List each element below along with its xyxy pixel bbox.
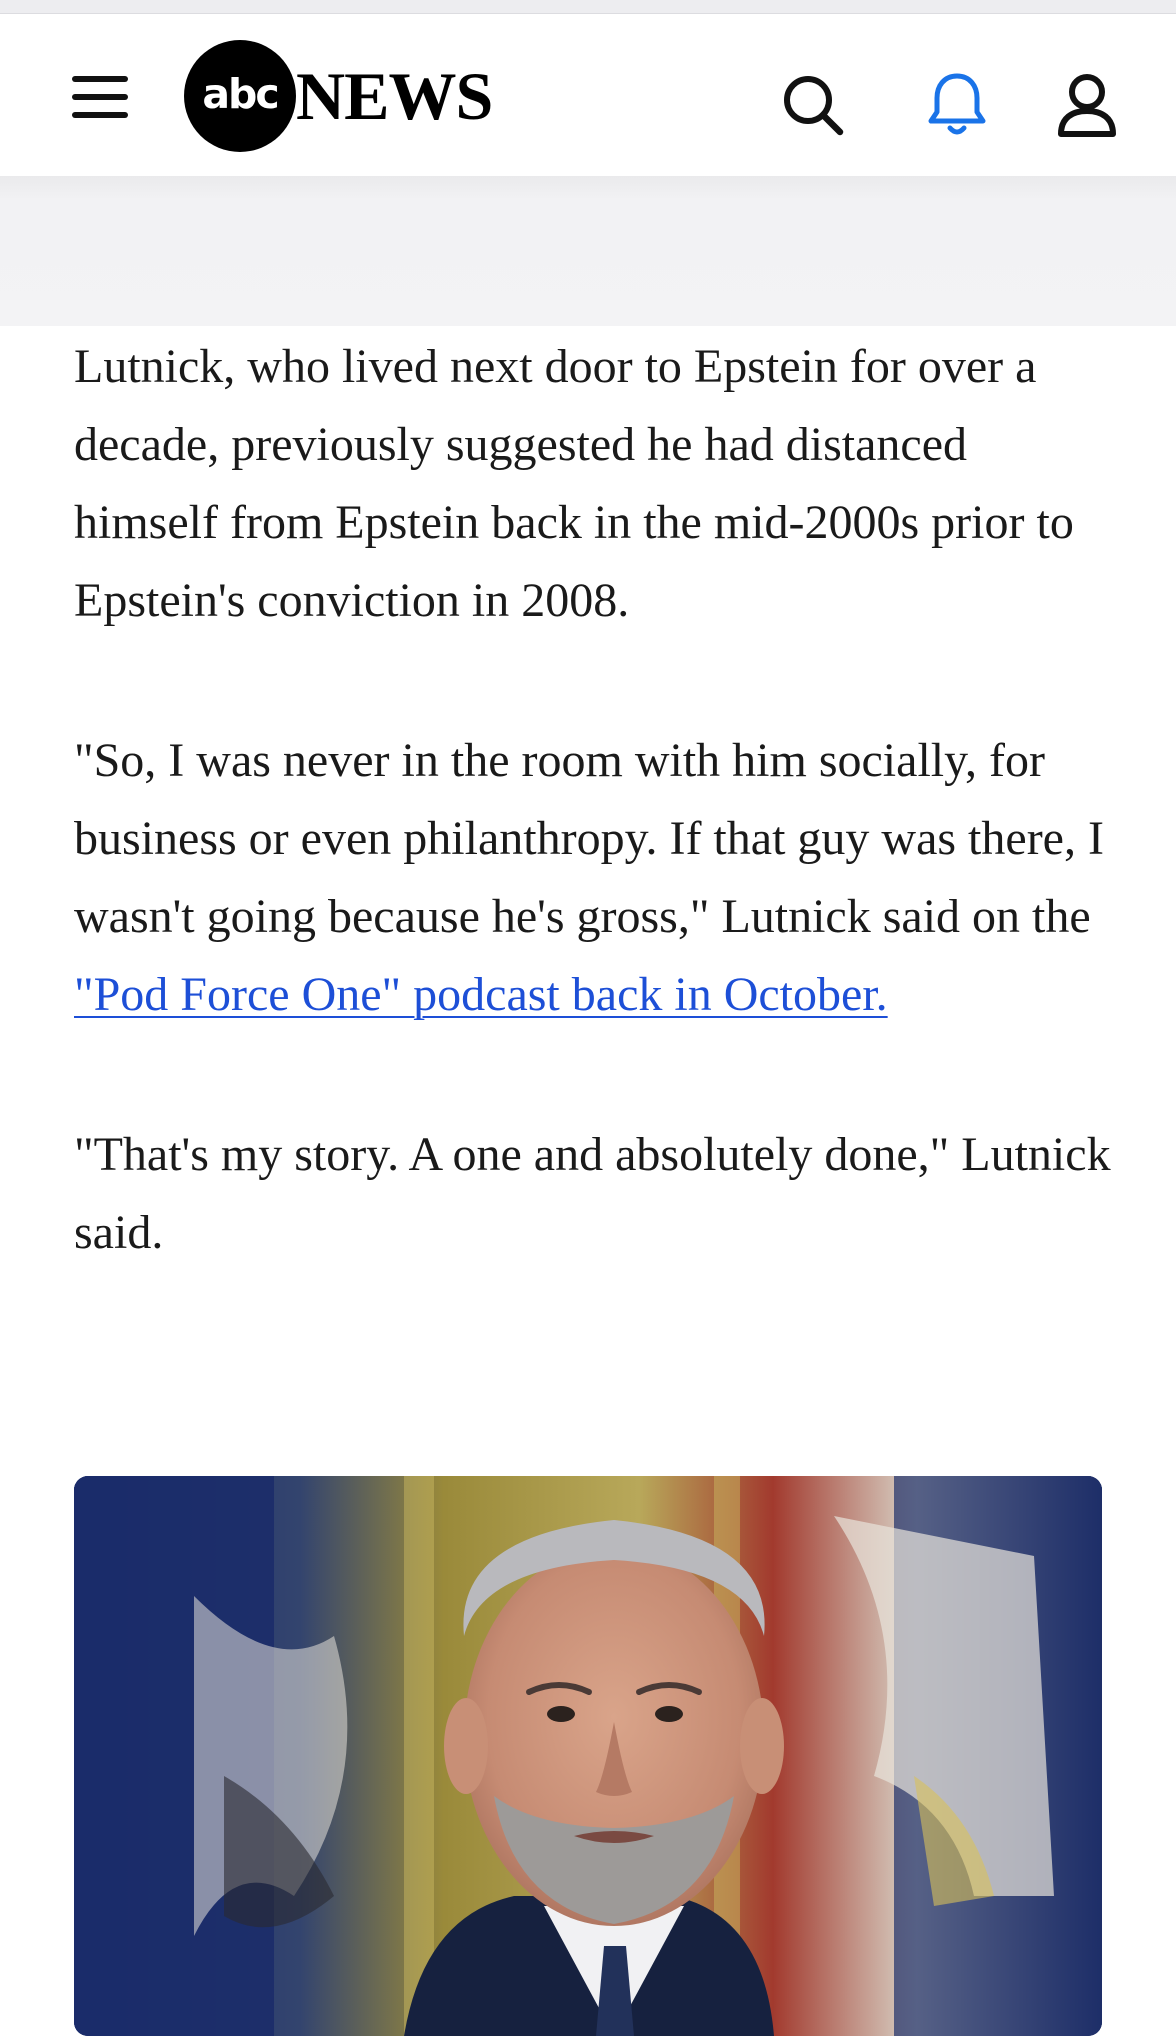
ad-placeholder-band (0, 176, 1176, 326)
search-icon (784, 76, 844, 136)
search-button[interactable] (778, 70, 848, 140)
logo-wordmark: NEWS (296, 58, 493, 134)
browser-top-strip (0, 0, 1176, 14)
article-paragraph: "So, I was never in the room with him so… (74, 722, 1114, 1034)
notifications-button[interactable] (922, 70, 992, 140)
account-button[interactable] (1052, 70, 1122, 140)
menu-icon (72, 76, 128, 82)
article-paragraph: Lutnick, who lived next door to Epstein … (74, 340, 1074, 627)
bell-icon (928, 73, 986, 135)
menu-icon-bar (72, 112, 128, 118)
logo-mark: abc (202, 70, 279, 118)
user-icon (1058, 74, 1116, 137)
abc-logo-circle: abc (184, 40, 296, 152)
article-body: Lutnick, who lived next door to Epstein … (74, 328, 1114, 1354)
menu-icon-bar (72, 94, 128, 100)
site-header: abc NEWS (0, 14, 1176, 176)
article-photo[interactable] (74, 1476, 1102, 2036)
article-paragraph: "That's my story. A one and absolutely d… (74, 1128, 1111, 1259)
podcast-link[interactable]: "Pod Force One" podcast back in October. (74, 968, 888, 1021)
menu-button[interactable] (66, 70, 130, 124)
paragraph-text: "So, I was never in the room with him so… (74, 734, 1104, 943)
portrait-photo (74, 1476, 1102, 2036)
abc-news-logo[interactable]: abc NEWS (184, 40, 524, 152)
